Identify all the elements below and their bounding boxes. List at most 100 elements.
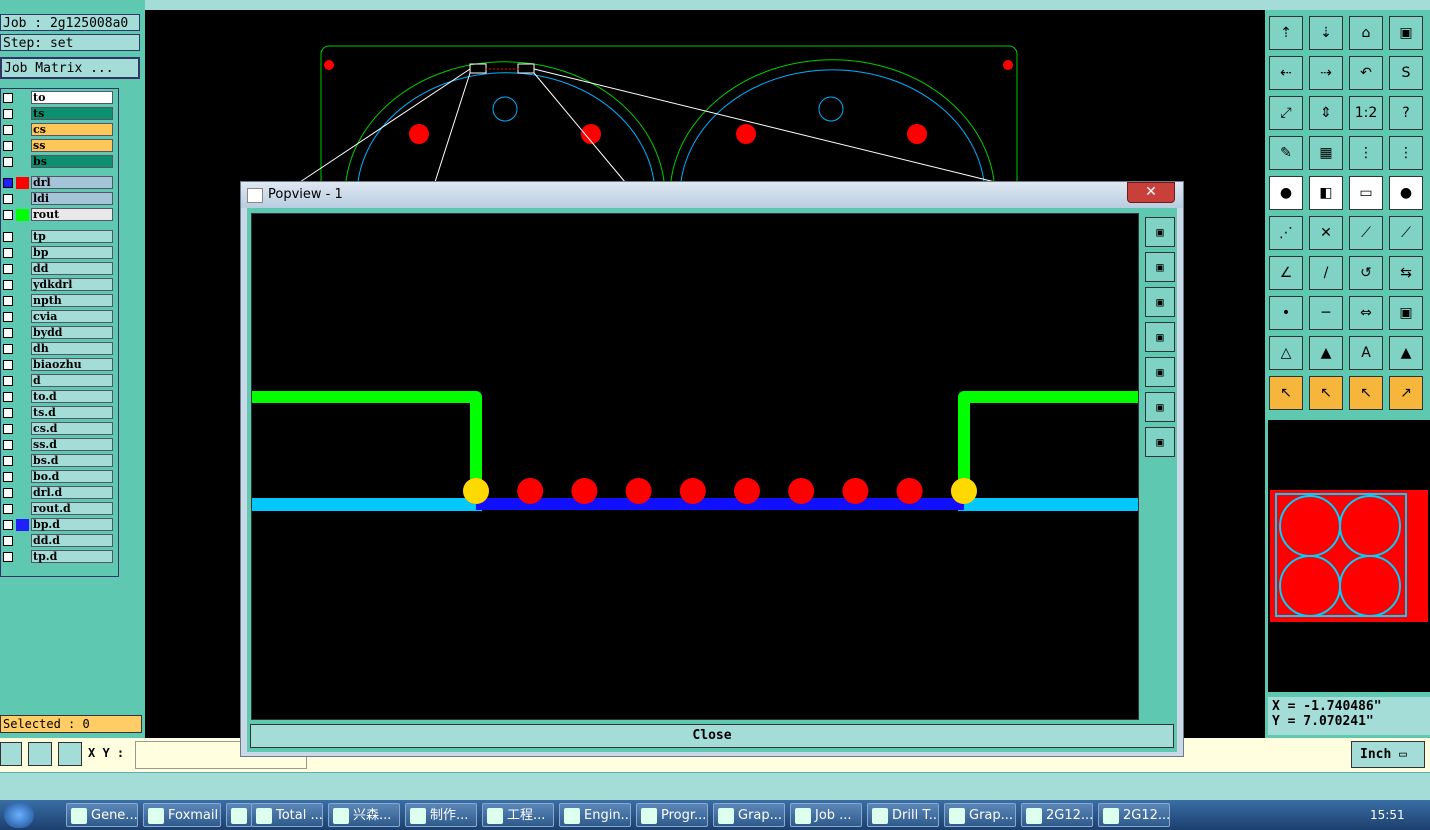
layer-row-npth[interactable]: npth xyxy=(1,294,116,308)
layer-row-cvia[interactable]: cvia xyxy=(1,310,116,324)
redraw-icon[interactable]: S xyxy=(1389,56,1423,90)
layer-row-biaozhu[interactable]: biaozhu xyxy=(1,358,116,372)
zoom-down-icon[interactable]: ▣ xyxy=(1145,287,1175,317)
measure-icon[interactable] xyxy=(28,742,52,766)
layer-row-bp-d[interactable]: bp.d xyxy=(1,518,116,532)
taskbar-item[interactable]: Engin... xyxy=(559,803,631,827)
close-icon[interactable]: ✕ xyxy=(1127,182,1175,203)
layer-row-cs[interactable]: cs xyxy=(1,123,116,137)
layer-checkbox[interactable] xyxy=(3,296,13,306)
pan-left[interactable]: ⇠ xyxy=(1269,56,1303,90)
scale-icon[interactable]: 1:2 xyxy=(1349,96,1383,130)
snap-icon[interactable] xyxy=(0,742,22,766)
layer-row-cs-d[interactable]: cs.d xyxy=(1,422,116,436)
arc-icon[interactable]: ⟋ xyxy=(1389,216,1423,250)
layer-row-tp-d[interactable]: tp.d xyxy=(1,550,116,564)
layer-row-bs[interactable]: bs xyxy=(1,155,116,169)
line-red-icon[interactable]: ─ xyxy=(1309,296,1343,330)
close-button[interactable]: Close xyxy=(250,724,1174,748)
layer-checkbox[interactable] xyxy=(3,125,13,135)
popview-titlebar[interactable]: Popview - 1 xyxy=(241,182,1183,208)
layer-row-bp[interactable]: bp xyxy=(1,246,116,260)
angle-icon[interactable]: ∠ xyxy=(1269,256,1303,290)
layer-checkbox[interactable] xyxy=(3,157,13,167)
layer-map2-icon[interactable]: ⋮ xyxy=(1389,136,1423,170)
taskbar-item[interactable]: 2G12... xyxy=(1098,803,1170,827)
ruler-icon[interactable]: ▭ xyxy=(1349,176,1383,210)
window-icon[interactable]: ▣ xyxy=(1389,16,1423,50)
layer-checkbox[interactable] xyxy=(3,536,13,546)
layer-row-ss[interactable]: ss xyxy=(1,139,116,153)
taskbar-item[interactable]: Grap... xyxy=(944,803,1016,827)
layer-row-ss-d[interactable]: ss.d xyxy=(1,438,116,452)
zoom-up-icon[interactable]: ▣ xyxy=(1145,252,1175,282)
add-pad-icon[interactable]: • xyxy=(1269,296,1303,330)
layer-row-drl-d[interactable]: drl.d xyxy=(1,486,116,500)
layer-row-bydd[interactable]: bydd xyxy=(1,326,116,340)
layer-checkbox[interactable] xyxy=(3,520,13,530)
layer-checkbox[interactable] xyxy=(3,141,13,151)
layer-checkbox[interactable] xyxy=(3,312,13,322)
shape-icon[interactable]: ◧ xyxy=(1309,176,1343,210)
layer-checkbox[interactable] xyxy=(3,392,13,402)
layer-checkbox[interactable] xyxy=(3,440,13,450)
cross-icon[interactable]: ✕ xyxy=(1309,216,1343,250)
layer-checkbox[interactable] xyxy=(3,360,13,370)
pointer-icon[interactable]: ↖ xyxy=(1269,376,1303,410)
layer-checkbox[interactable] xyxy=(3,328,13,338)
taskbar-item[interactable]: Grap... xyxy=(713,803,785,827)
select-icon[interactable]: ↖ xyxy=(1309,376,1343,410)
select-pad-icon[interactable]: ● xyxy=(1269,176,1303,210)
layer-checkbox[interactable] xyxy=(3,472,13,482)
layer-row-rout-d[interactable]: rout.d xyxy=(1,502,116,516)
units-dropdown[interactable]: Inch ▭ xyxy=(1351,741,1425,768)
zoom-home[interactable]: ⇡ xyxy=(1269,16,1303,50)
fit-icon[interactable]: ▣ xyxy=(1145,392,1175,422)
taskbar-item[interactable]: Drill T... xyxy=(867,803,939,827)
slash-icon[interactable]: / xyxy=(1309,256,1343,290)
taskbar-item[interactable]: Gene... xyxy=(66,803,138,827)
undo-icon[interactable]: ↶ xyxy=(1349,56,1383,90)
grid-icon[interactable]: ▦ xyxy=(1309,136,1343,170)
layer-checkbox[interactable] xyxy=(3,178,13,188)
line-icon[interactable]: ⟋ xyxy=(1349,216,1383,250)
layer-map-icon[interactable]: ⋮ xyxy=(1349,136,1383,170)
layer-row-ydkdrl[interactable]: ydkdrl xyxy=(1,278,116,292)
start-icon[interactable] xyxy=(4,802,34,828)
layer-row-to-d[interactable]: to.d xyxy=(1,390,116,404)
triangle-icon[interactable]: △ xyxy=(1269,336,1303,370)
popout-icon[interactable]: ▣ xyxy=(1145,217,1175,247)
layer-row-dh[interactable]: dh xyxy=(1,342,116,356)
layer-row-ts-d[interactable]: ts.d xyxy=(1,406,116,420)
layer-row-dd[interactable]: dd xyxy=(1,262,116,276)
layer-row-rout[interactable]: rout xyxy=(1,208,116,222)
copy-icon[interactable]: ▣ xyxy=(1389,296,1423,330)
layer-checkbox[interactable] xyxy=(3,280,13,290)
rotate-icon[interactable]: ↺ xyxy=(1349,256,1383,290)
layer-row-ts[interactable]: ts xyxy=(1,107,116,121)
layer-checkbox[interactable] xyxy=(3,424,13,434)
home-icon[interactable]: ⌂ xyxy=(1349,16,1383,50)
select-circle-icon[interactable]: ↖ xyxy=(1349,376,1383,410)
layer-checkbox[interactable] xyxy=(3,344,13,354)
zoom-back[interactable]: ⇣ xyxy=(1309,16,1343,50)
dot-icon[interactable]: ● xyxy=(1389,176,1423,210)
popview-canvas[interactable] xyxy=(251,213,1139,720)
layer-checkbox[interactable] xyxy=(3,456,13,466)
layer-row-dd-d[interactable]: dd.d xyxy=(1,534,116,548)
taskbar-item[interactable]: 工程... xyxy=(482,803,554,827)
measure-icon[interactable]: ⇔ xyxy=(1349,296,1383,330)
layer-checkbox[interactable] xyxy=(3,93,13,103)
triangle-b-icon[interactable]: ▲ xyxy=(1389,336,1423,370)
pan-left-icon[interactable]: ▣ xyxy=(1145,322,1175,352)
taskbar-item[interactable]: 制作... xyxy=(405,803,477,827)
layer-row-tp[interactable]: tp xyxy=(1,230,116,244)
layer-row-drl[interactable]: drl xyxy=(1,176,116,190)
taskbar-item[interactable]: Total ... xyxy=(251,803,323,827)
layer-checkbox[interactable] xyxy=(3,210,13,220)
layer-row-bo-d[interactable]: bo.d xyxy=(1,470,116,484)
layer-checkbox[interactable] xyxy=(3,376,13,386)
taskbar-item[interactable]: Foxmail xyxy=(143,803,221,827)
connect-icon[interactable]: ⋰ xyxy=(1269,216,1303,250)
flip-icon[interactable]: ⇆ xyxy=(1389,256,1423,290)
